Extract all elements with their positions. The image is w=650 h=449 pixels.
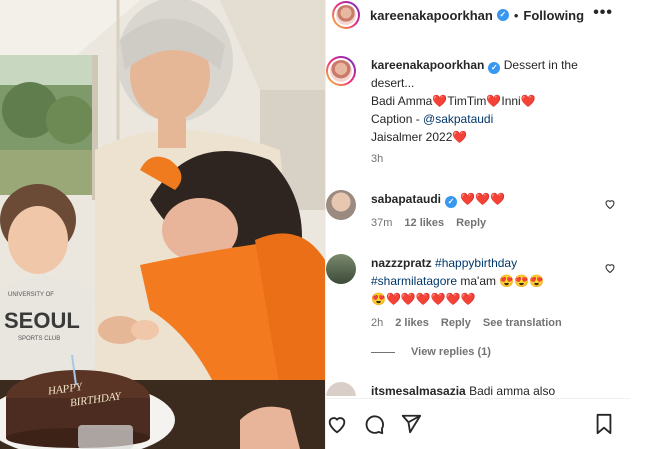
replies-divider bbox=[371, 351, 395, 353]
caption-username[interactable]: kareenakapoorkhan bbox=[371, 58, 484, 72]
view-replies-label: View replies (1) bbox=[411, 346, 491, 358]
shirt-top-text: UNIVERSITY OF bbox=[8, 292, 54, 298]
share-send-icon[interactable] bbox=[400, 413, 422, 435]
author-avatar[interactable] bbox=[332, 1, 360, 29]
verified-badge-icon: ✓ bbox=[445, 196, 458, 208]
caption-name-3: Inni bbox=[501, 94, 521, 108]
shirt-sub-text: SPORTS CLUB bbox=[18, 336, 60, 342]
caption-credit-prefix: Caption - bbox=[371, 112, 424, 126]
like-heart-icon[interactable] bbox=[326, 413, 348, 435]
comment-likes[interactable]: 2 likes bbox=[395, 317, 429, 329]
red-heart-icon: ❤️ bbox=[520, 94, 536, 108]
post-header: kareenakapoorkhan ✓ • Following ••• bbox=[326, 0, 631, 30]
reply-button[interactable]: Reply bbox=[456, 217, 486, 229]
page-scroll-gutter bbox=[630, 0, 650, 449]
reply-button[interactable]: Reply bbox=[441, 317, 471, 329]
comment-time: 37m bbox=[371, 217, 393, 229]
caption-name-1: Badi Amma bbox=[371, 94, 433, 108]
post-image: UNIVERSITY OF SEOUL SPORTS CLUB HAPPY BI… bbox=[0, 0, 325, 449]
comment-text: Badi amma also bbox=[469, 384, 556, 396]
hashtag-link[interactable]: #happybirthday bbox=[435, 256, 517, 270]
comment-username[interactable]: sabapataudi bbox=[371, 192, 441, 206]
more-horizontal-icon[interactable]: ••• bbox=[593, 4, 613, 22]
comment-username[interactable]: itsmesalmasazia bbox=[371, 384, 466, 396]
see-translation-button[interactable]: See translation bbox=[483, 317, 562, 329]
caption-avatar[interactable] bbox=[326, 56, 356, 86]
shirt-text: SEOUL bbox=[4, 308, 80, 333]
commenter-avatar[interactable] bbox=[326, 190, 356, 220]
red-heart-icon: ❤️ bbox=[486, 94, 502, 108]
like-comment-heart-icon[interactable] bbox=[604, 262, 616, 274]
verified-badge-icon: ✓ bbox=[488, 62, 501, 74]
commenter-avatar[interactable] bbox=[326, 382, 356, 396]
view-replies-button[interactable]: View replies (1) bbox=[371, 346, 491, 358]
hashtag-link[interactable]: #sharmilatagore bbox=[371, 274, 457, 288]
post-actions-bar bbox=[326, 398, 631, 449]
comment-likes[interactable]: 12 likes bbox=[404, 217, 444, 229]
comment-icon[interactable] bbox=[363, 413, 385, 435]
caption-time: 3h bbox=[371, 153, 384, 165]
author-username[interactable]: kareenakapoorkhan bbox=[370, 8, 493, 23]
save-bookmark-icon[interactable] bbox=[594, 413, 614, 435]
verified-badge-icon: ✓ bbox=[496, 9, 509, 21]
post-sidebar: kareenakapoorkhan ✓ • Following ••• kare… bbox=[325, 0, 631, 449]
comment-username[interactable]: nazzzpratz bbox=[371, 256, 432, 270]
comments-list[interactable]: kareenakapoorkhan ✓ Dessert in the desert… bbox=[326, 46, 631, 396]
like-comment-heart-icon[interactable] bbox=[604, 198, 616, 210]
comment-text: ❤️❤️❤️ bbox=[460, 192, 506, 206]
red-heart-icon: ❤️ bbox=[432, 94, 448, 108]
heart-eyes-emoji-icon: 😍😍😍 bbox=[499, 274, 545, 288]
header-separator: • bbox=[513, 7, 519, 23]
caption-name-2: TimTim bbox=[447, 94, 487, 108]
comment-text: ma'am bbox=[460, 274, 497, 288]
commenter-avatar[interactable] bbox=[326, 254, 356, 284]
caption-credit-tag[interactable]: @sakpataudi bbox=[423, 112, 493, 126]
post-photo[interactable]: UNIVERSITY OF SEOUL SPORTS CLUB HAPPY BI… bbox=[0, 0, 325, 449]
following-button[interactable]: Following bbox=[523, 8, 584, 23]
red-heart-icon: ❤️ bbox=[452, 130, 468, 144]
caption-location: Jaisalmer 2022 bbox=[371, 130, 453, 144]
comment-time: 2h bbox=[371, 317, 384, 329]
emoji-string-icon: 😍❤️❤️❤️❤️❤️❤️ bbox=[371, 292, 476, 306]
